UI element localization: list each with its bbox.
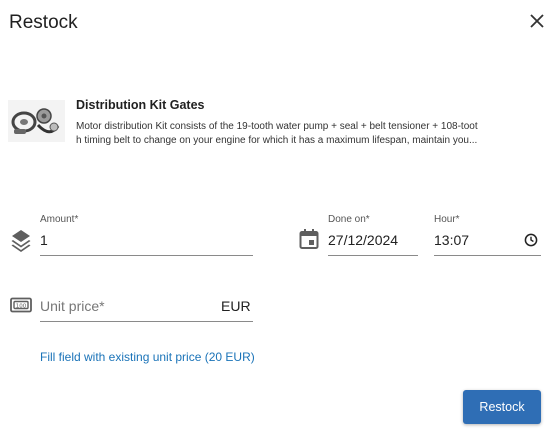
hour-label: Hour* [434,214,460,225]
done-on-underline [328,255,418,256]
done-on-label: Done on* [328,214,370,225]
amount-input[interactable]: 1 [40,232,48,248]
amount-label: Amount* [40,214,79,225]
currency-suffix: EUR [221,298,251,314]
product-name: Distribution Kit Gates [76,98,205,112]
clock-icon[interactable] [524,233,538,252]
hour-input[interactable]: 13:07 [434,232,469,248]
unit-price-input[interactable]: Unit price* [40,298,105,314]
close-icon[interactable] [526,10,548,32]
calendar-icon[interactable] [299,228,319,255]
svg-text:100: 100 [16,304,27,310]
amount-underline [40,255,253,256]
dialog-title: Restock [9,12,78,33]
restock-dialog: Restock Distribution Kit Gates Motor dis… [0,0,554,434]
done-on-input[interactable]: 27/12/2024 [328,232,398,248]
restock-button[interactable]: Restock [463,390,541,424]
product-description: Motor distribution Kit consists of the 1… [76,120,534,148]
banknote-icon: 100 [10,297,32,318]
hour-underline [434,255,541,256]
fill-existing-price-link[interactable]: Fill field with existing unit price (20 … [40,350,255,364]
product-summary: Distribution Kit Gates Motor distributio… [8,98,548,146]
unit-price-underline [40,321,253,322]
product-description-line1: Motor distribution Kit consists of the 1… [76,121,478,132]
product-image [8,100,65,142]
product-description-line2: h timing belt to change on your engine f… [76,135,478,146]
layers-icon [10,228,32,257]
